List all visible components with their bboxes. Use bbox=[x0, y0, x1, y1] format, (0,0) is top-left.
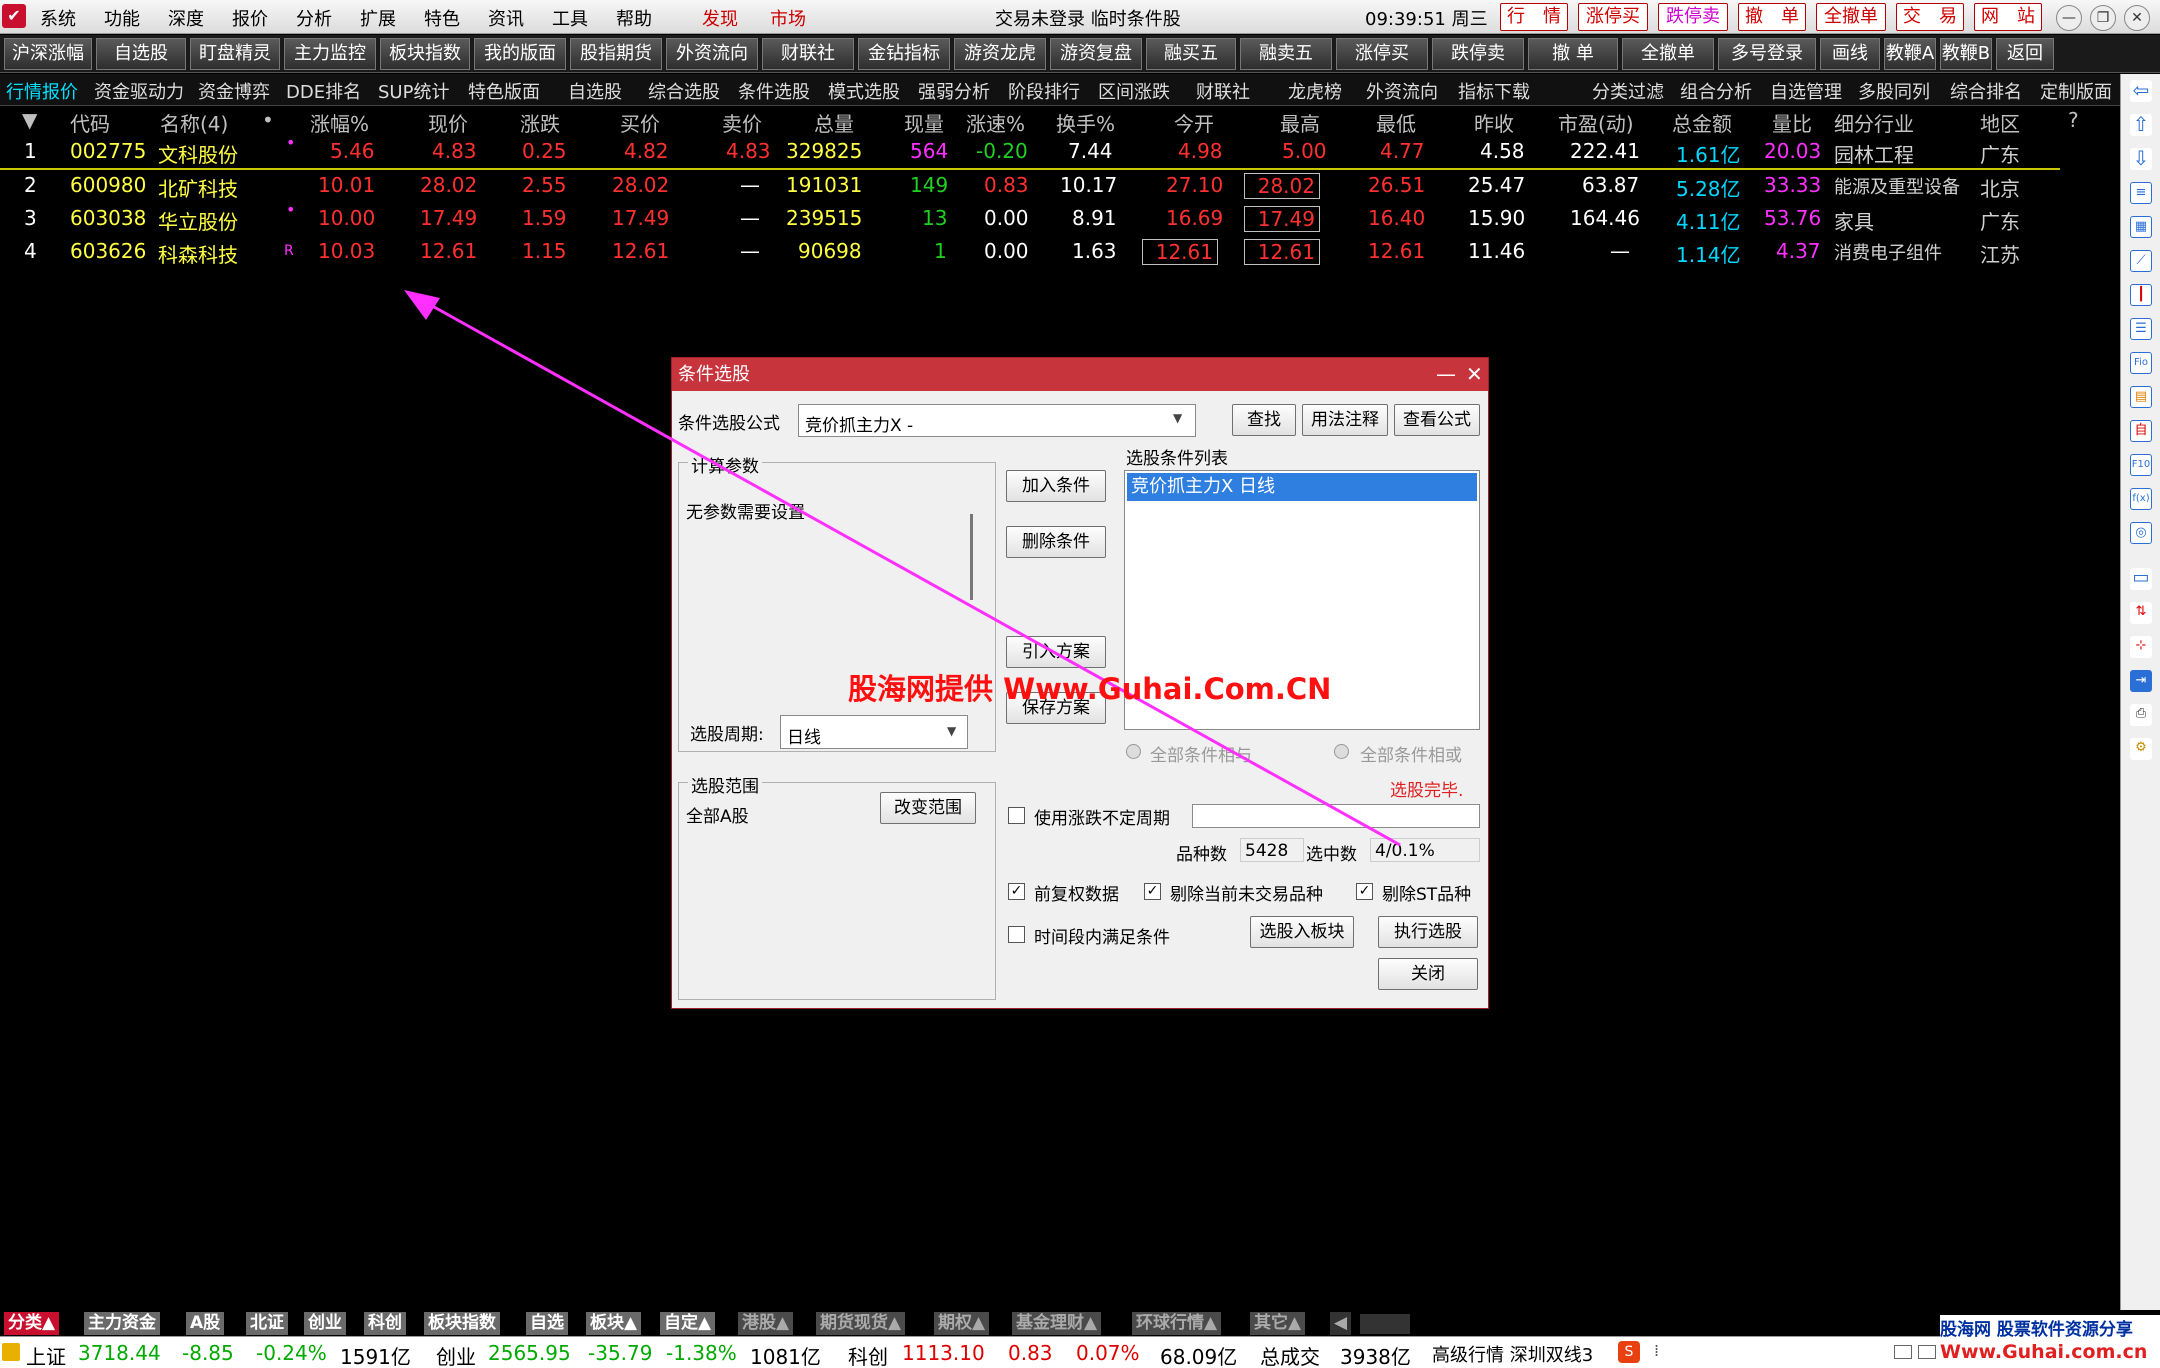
kc-pct: 0.07% bbox=[1076, 1341, 1140, 1365]
kc-value: 1113.10 bbox=[902, 1341, 985, 1365]
tab-scrollbar[interactable] bbox=[1360, 1314, 1410, 1334]
category-tab[interactable]: 板块指数 bbox=[424, 1312, 500, 1335]
kc-amount: 68.09亿 bbox=[1160, 1345, 1238, 1368]
category-tab[interactable]: 环球行情▲ bbox=[1132, 1312, 1222, 1335]
kc-label[interactable]: 科创 bbox=[848, 1341, 888, 1368]
layout-icon[interactable] bbox=[1894, 1345, 1912, 1359]
category-tab[interactable]: 主力资金 bbox=[84, 1312, 160, 1335]
cy-change: -35.79 bbox=[588, 1341, 653, 1365]
scroll-left-icon[interactable]: ◀ bbox=[1330, 1312, 1352, 1335]
category-tab[interactable]: 基金理财▲ bbox=[1012, 1312, 1102, 1335]
window-icon[interactable] bbox=[1918, 1345, 1936, 1359]
sogou-icon[interactable]: S bbox=[1618, 1341, 1640, 1363]
cy-amount: 1081亿 bbox=[750, 1345, 821, 1368]
site-logo-bottom: Www.Guhai.com.cn bbox=[1940, 1341, 2148, 1363]
sh-pct: -0.24% bbox=[256, 1341, 327, 1365]
category-tab[interactable]: 自定▲ bbox=[660, 1312, 716, 1335]
category-tab[interactable]: A股 bbox=[186, 1312, 225, 1335]
category-tab[interactable]: 期货现货▲ bbox=[816, 1312, 906, 1335]
category-tab[interactable]: 科创 bbox=[364, 1312, 406, 1335]
category-tab[interactable]: 北证 bbox=[246, 1312, 288, 1335]
site-logo: 股海网 股票软件资源分享 Www.Guhai.com.cn bbox=[1940, 1315, 2160, 1368]
server-info[interactable]: 高级行情 深圳双线3 bbox=[1432, 1341, 1593, 1367]
category-tab[interactable]: 创业 bbox=[304, 1312, 346, 1335]
total-label: 总成交 bbox=[1260, 1345, 1320, 1368]
category-tabs: 分类▲ 主力资金 A股 北证 创业 科创 板块指数 自选 板块▲ 自定▲ 港股▲… bbox=[0, 1310, 2160, 1336]
category-tab[interactable]: 期权▲ bbox=[934, 1312, 990, 1335]
category-tab[interactable]: 港股▲ bbox=[738, 1312, 794, 1335]
sh-label[interactable]: 上证 bbox=[26, 1341, 66, 1368]
sh-amount: 1591亿 bbox=[340, 1345, 411, 1368]
cy-label[interactable]: 创业 bbox=[436, 1341, 476, 1368]
category-tab[interactable]: 板块▲ bbox=[586, 1312, 642, 1335]
category-tab[interactable]: 自选 bbox=[526, 1312, 568, 1335]
sh-value: 3718.44 bbox=[78, 1341, 161, 1365]
more-icon[interactable]: ⁞ bbox=[1654, 1341, 1659, 1360]
watermark-text: 股海网提供 Www.Guhai.Com.CN bbox=[848, 672, 1332, 706]
market-icon bbox=[2, 1343, 20, 1361]
category-tab[interactable]: 其它▲ bbox=[1250, 1312, 1306, 1335]
cy-value: 2565.95 bbox=[488, 1341, 571, 1365]
app-window: ✔ 系统 功能 深度 报价 分析 扩展 特色 资讯 工具 帮助 发现 市场 交易… bbox=[0, 0, 2160, 1368]
cy-pct: -1.38% bbox=[666, 1341, 737, 1365]
total-value: 3938亿 bbox=[1340, 1345, 1411, 1368]
kc-change: 0.83 bbox=[1008, 1341, 1053, 1365]
status-bar: 上证 3718.44 -8.85 -0.24% 1591亿 创业 2565.95… bbox=[0, 1315, 2160, 1368]
sh-change: -8.85 bbox=[182, 1341, 234, 1365]
site-logo-top: 股海网 股票软件资源分享 bbox=[1940, 1320, 2133, 1340]
category-tab[interactable]: 分类▲ bbox=[4, 1312, 60, 1335]
